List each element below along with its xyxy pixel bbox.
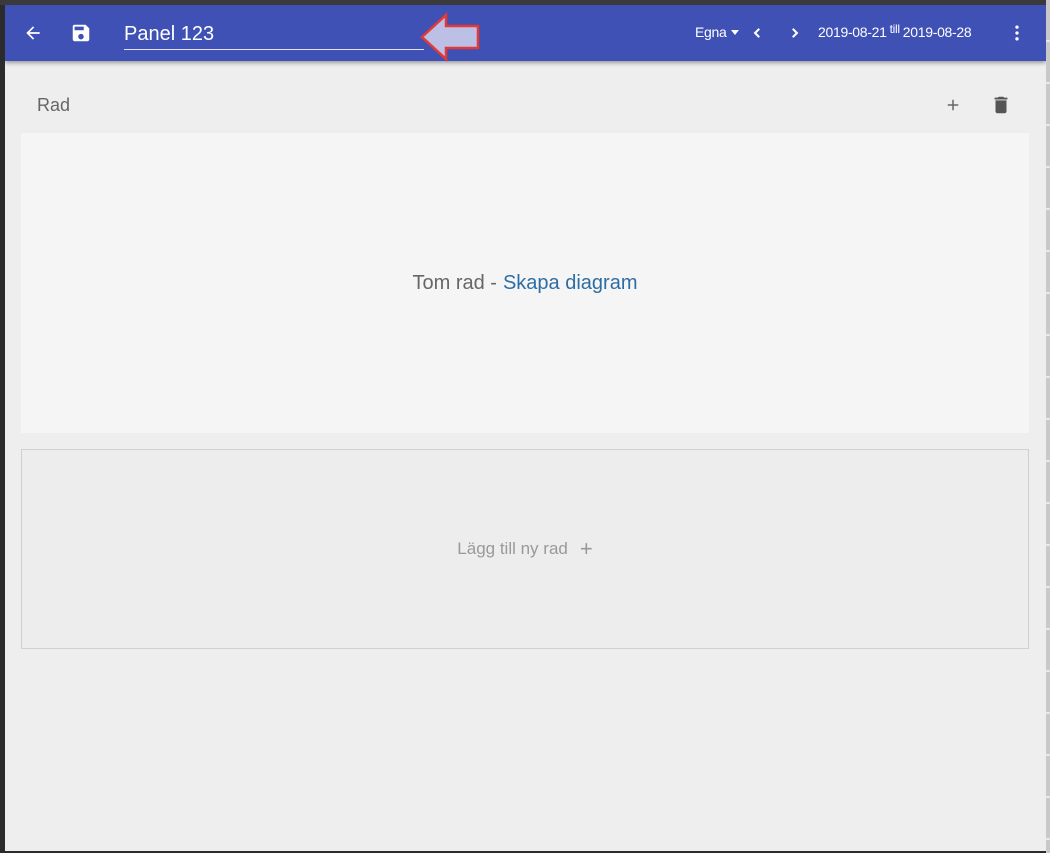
- caret-down-icon: [730, 30, 739, 35]
- floppy-disk-icon: [72, 24, 90, 42]
- save-button[interactable]: [61, 13, 101, 53]
- trash-icon: [994, 96, 1008, 114]
- plus-icon: [947, 99, 959, 111]
- chevron-left-icon: [753, 28, 760, 38]
- app-bar: Egna 2019-08-21till2019-08-28: [5, 5, 1046, 62]
- app-window: Egna 2019-08-21till2019-08-28 Rad: [5, 5, 1046, 851]
- panel-title-input[interactable]: [124, 19, 424, 50]
- previous-period-button[interactable]: [742, 17, 772, 49]
- add-new-row-button[interactable]: Lägg till ny rad +: [21, 449, 1029, 649]
- add-chart-button[interactable]: [937, 89, 969, 121]
- empty-row-text: Tom rad -: [412, 271, 497, 294]
- back-button[interactable]: [13, 13, 53, 53]
- annotation-arrow-icon: [420, 12, 480, 62]
- more-vert-icon: [1015, 25, 1019, 41]
- panel-title-field[interactable]: [124, 19, 424, 51]
- date-to: 2019-08-28: [902, 24, 972, 40]
- date-separator: till: [889, 22, 900, 36]
- chevron-right-icon: [792, 28, 799, 38]
- date-from: 2019-08-21: [818, 24, 887, 40]
- row-label: Rad: [37, 95, 71, 115]
- create-chart-link[interactable]: Skapa diagram: [503, 272, 638, 295]
- background-window-edge: [1046, 0, 1050, 853]
- date-range[interactable]: 2019-08-21 till 2019-08-28: [818, 22, 972, 40]
- range-select[interactable]: Egna: [695, 24, 739, 40]
- delete-row-button[interactable]: [985, 89, 1017, 121]
- plus-icon: +: [579, 536, 593, 561]
- next-period-button[interactable]: [780, 17, 810, 49]
- range-select-value: Egna: [695, 24, 727, 40]
- empty-row-panel: Tom rad - Skapa diagram: [21, 133, 1029, 433]
- more-options-button[interactable]: [1001, 17, 1033, 49]
- add-new-row-label: Lägg till ny rad: [457, 539, 568, 558]
- arrow-left-icon: [26, 26, 40, 40]
